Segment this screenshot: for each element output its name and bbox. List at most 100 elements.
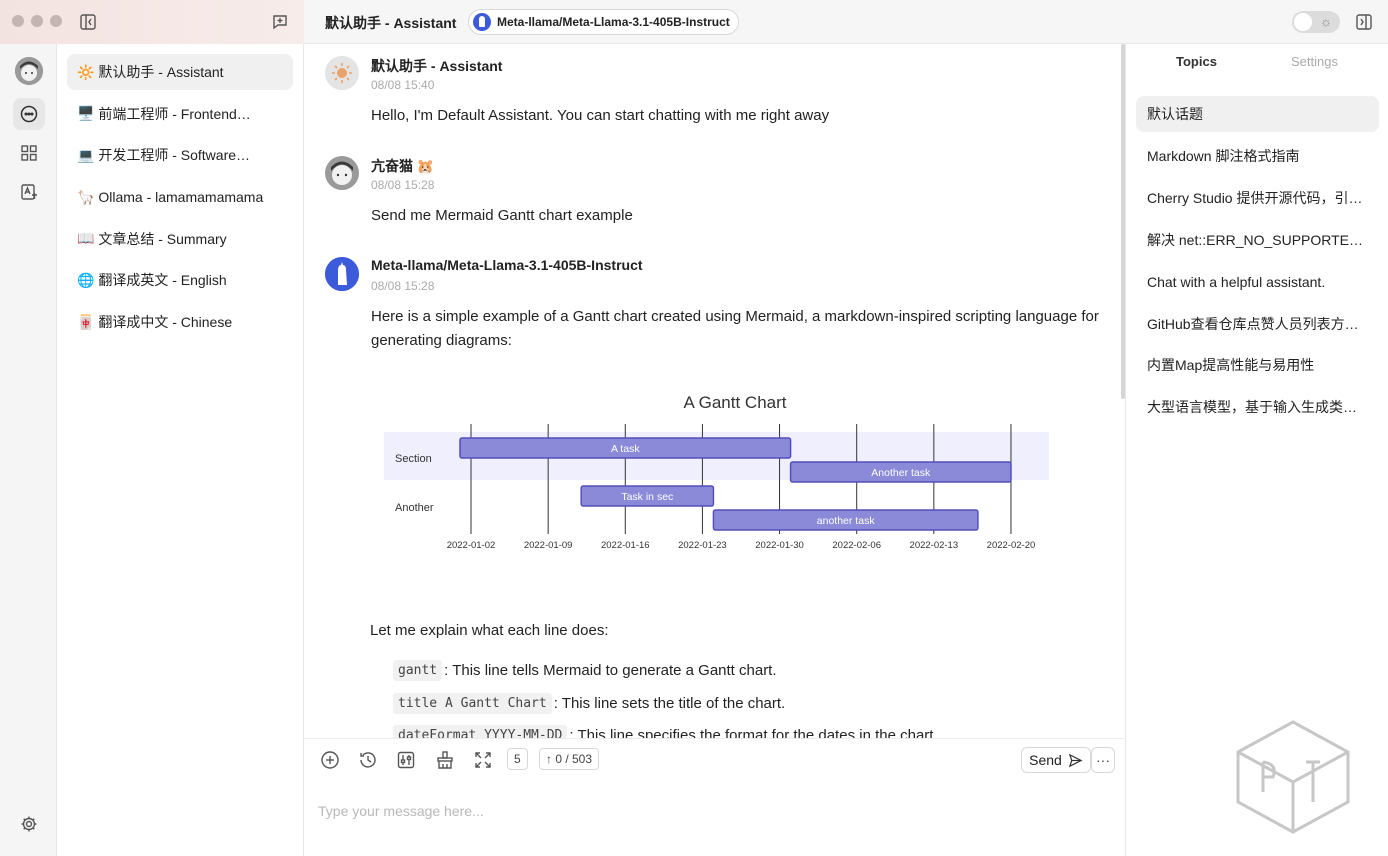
- window-title: 默认助手 - Assistant: [325, 15, 457, 31]
- expand-icon[interactable]: [472, 749, 494, 771]
- code-snippet: dateFormat YYYY-MM-DD: [393, 725, 568, 738]
- gantt-bar-label: another task: [817, 515, 876, 527]
- send-button[interactable]: Send: [1021, 747, 1091, 773]
- settings-gear-icon[interactable]: [13, 808, 45, 840]
- gantt-tick-label: 2022-01-23: [678, 540, 727, 551]
- assistant-label: Ollama - lamamamamama: [98, 189, 264, 206]
- explain-text: : This line sets the title of the chart.: [553, 695, 786, 712]
- topic-item[interactable]: Markdown 脚注格式指南: [1136, 138, 1379, 174]
- token-count-badge[interactable]: ↑ 0 / 503: [539, 748, 600, 770]
- title-bar-left: [0, 0, 304, 44]
- add-plus-icon[interactable]: [319, 749, 341, 771]
- topic-item[interactable]: GitHub查看仓库点赞人员列表方…: [1136, 306, 1379, 342]
- assistant-label: 翻译成英文 - English: [98, 272, 227, 289]
- assistant-emoji: 💻: [77, 146, 95, 163]
- broom-clear-icon[interactable]: [434, 749, 456, 771]
- topic-label: 大型语言模型，基于输入生成类…: [1147, 399, 1357, 415]
- apps-grid-icon[interactable]: [13, 137, 45, 169]
- topic-item[interactable]: 大型语言模型，基于输入生成类…: [1136, 389, 1379, 425]
- section-label: Another: [395, 502, 434, 514]
- gantt-tick-label: 2022-01-16: [601, 540, 650, 551]
- message-input[interactable]: [318, 781, 1108, 841]
- assistant-emoji: 📖: [77, 230, 95, 247]
- icon-rail: [0, 44, 57, 856]
- assistant-emoji: 🀄: [77, 313, 95, 330]
- gantt-tick-label: 2022-02-06: [832, 540, 881, 551]
- topic-item[interactable]: Chat with a helpful assistant.: [1136, 264, 1379, 300]
- explain-item: gantt: This line tells Mermaid to genera…: [393, 660, 777, 681]
- message-model-response: Meta-llama/Meta-Llama-3.1-405B-Instruct …: [325, 257, 1105, 357]
- toggle-knob: [1294, 13, 1312, 31]
- translate-icon[interactable]: [13, 176, 45, 208]
- sun-icon: ☼: [1320, 14, 1332, 29]
- send-arrow-icon: [1068, 753, 1083, 767]
- topic-label: 解决 net::ERR_NO_SUPPORTED…: [1147, 232, 1368, 248]
- gantt-title: A Gantt Chart: [684, 393, 787, 412]
- code-snippet: title A Gantt Chart: [393, 693, 552, 714]
- assistant-item-default[interactable]: 🔆 默认助手 - Assistant: [67, 54, 293, 90]
- topic-label: 内置Map提高性能与易用性: [1147, 357, 1315, 373]
- gantt-bar-label: A task: [611, 443, 640, 455]
- assistant-emoji: 🦙: [77, 188, 95, 205]
- chat-icon[interactable]: [13, 98, 45, 130]
- watermark-logo: [1236, 720, 1350, 834]
- assistant-emoji: 🖥️: [77, 105, 95, 122]
- assistant-label: 默认助手 - Assistant: [98, 64, 224, 80]
- gantt-tick-label: 2022-02-13: [910, 540, 959, 551]
- context-count-badge[interactable]: 5: [507, 748, 528, 770]
- gantt-tick-label: 2022-01-09: [524, 540, 573, 551]
- explain-text: : This line tells Mermaid to generate a …: [444, 662, 777, 679]
- window-close-button[interactable]: [12, 15, 24, 27]
- meta-logo-icon: [473, 13, 491, 31]
- topic-label: Chat with a helpful assistant.: [1147, 274, 1326, 290]
- topic-item[interactable]: Cherry Studio 提供开源代码，引…: [1136, 180, 1379, 216]
- assistant-list: 🔆 默认助手 - Assistant 🖥️ 前端工程师 - Frontend… …: [57, 44, 304, 856]
- composer: 5 ↑ 0 / 503 Send ···: [304, 738, 1124, 856]
- theme-toggle[interactable]: ☼: [1292, 11, 1340, 33]
- settings-sliders-icon[interactable]: [395, 749, 417, 771]
- assistant-label: 前端工程师 - Frontend…: [98, 105, 251, 122]
- message-time: 08/08 15:40: [371, 78, 435, 92]
- history-icon[interactable]: [357, 749, 379, 771]
- topic-item[interactable]: 内置Map提高性能与易用性: [1136, 347, 1379, 383]
- topic-item[interactable]: 解决 net::ERR_NO_SUPPORTED…: [1136, 222, 1379, 258]
- message-author: 默认助手 - Assistant: [371, 58, 503, 74]
- gantt-tick-label: 2022-01-30: [755, 540, 804, 551]
- tab-topics[interactable]: Topics: [1176, 54, 1217, 69]
- window-minimize-button[interactable]: [31, 15, 43, 27]
- assistant-item-ollama[interactable]: 🦙 Ollama - lamamamamama: [67, 179, 293, 215]
- assistant-emoji: 🌐: [77, 271, 95, 288]
- assistant-label: 文章总结 - Summary: [98, 230, 227, 247]
- assistant-item-software[interactable]: 💻 开发工程师 - Software…: [67, 137, 293, 173]
- assistant-item-summary[interactable]: 📖 文章总结 - Summary: [67, 221, 293, 257]
- assistant-label: 翻译成中文 - Chinese: [98, 314, 233, 331]
- toggle-sidebar-icon[interactable]: [78, 12, 98, 32]
- user-avatar[interactable]: [15, 57, 43, 85]
- title-bar: 默认助手 - Assistant Meta-llama/Meta-Llama-3…: [0, 0, 1388, 44]
- topic-item[interactable]: 默认话题: [1136, 96, 1379, 132]
- assistant-item-frontend[interactable]: 🖥️ 前端工程师 - Frontend…: [67, 96, 293, 132]
- toggle-right-panel-icon[interactable]: [1354, 12, 1374, 32]
- assistant-item-chinese[interactable]: 🀄 翻译成中文 - Chinese: [67, 304, 293, 340]
- explain-intro: Let me explain what each line does:: [370, 622, 609, 639]
- section-label: Section: [395, 453, 432, 465]
- assistant-avatar: [325, 56, 359, 90]
- window-zoom-button[interactable]: [50, 15, 62, 27]
- message-user: 亢奋猫 🐹 08/08 15:28 Send me Mermaid Gantt …: [325, 156, 1105, 236]
- gantt-bar-label: Task in sec: [621, 491, 673, 503]
- assistant-item-english[interactable]: 🌐 翻译成英文 - English: [67, 262, 293, 298]
- model-selector[interactable]: Meta-llama/Meta-Llama-3.1-405B-Instruct: [468, 9, 739, 35]
- explain-item: dateFormat YYYY-MM-DD: This line specifi…: [393, 725, 938, 738]
- message-time: 08/08 15:28: [371, 279, 435, 293]
- topic-label: 默认话题: [1147, 106, 1203, 122]
- message-assistant-greeting: 默认助手 - Assistant 08/08 15:40 Hello, I'm …: [325, 56, 1105, 136]
- explain-text: : This line specifies the format for the…: [569, 727, 938, 738]
- send-label: Send: [1029, 752, 1062, 768]
- chat-area: 默认助手 - Assistant 08/08 15:40 Hello, I'm …: [304, 44, 1124, 738]
- panel-tabs: Topics Settings: [1126, 54, 1388, 76]
- message-time: 08/08 15:28: [371, 178, 435, 192]
- new-topic-icon[interactable]: [270, 12, 290, 32]
- message-author: 亢奋猫 🐹: [371, 158, 435, 174]
- more-options-button[interactable]: ···: [1091, 747, 1115, 773]
- tab-settings[interactable]: Settings: [1291, 54, 1338, 69]
